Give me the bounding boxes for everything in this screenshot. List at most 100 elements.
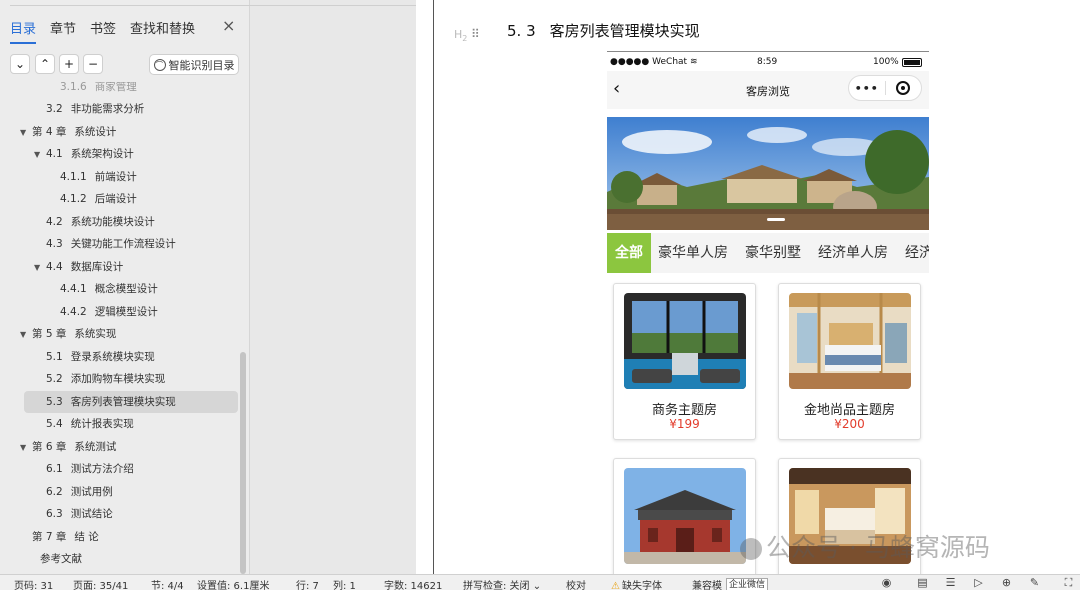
toc-item[interactable]: 3.2 非功能需求分析 [46, 98, 144, 120]
toc-item[interactable]: ▼ 第 5 章系统实现 [20, 323, 116, 345]
wechat-icon [740, 538, 762, 560]
toc-item-number: 3.2 [46, 103, 63, 115]
toc-item[interactable]: 4.4.1 概念模型设计 [60, 278, 158, 300]
toc-item[interactable]: 4.3 关键功能工作流程设计 [46, 233, 176, 255]
toc-item-number: 第 6 章 [32, 440, 67, 453]
expand-arrow-icon[interactable]: ▼ [20, 324, 32, 346]
status-page: 页码: 31 [14, 581, 54, 590]
remove-heading-button[interactable]: − [83, 54, 103, 74]
category-tab-economy-single[interactable]: 经济单人房 [818, 233, 888, 273]
toc-item-label: 系统架构设计 [70, 148, 134, 160]
spell-check-toggle[interactable]: 拼写检查: 关闭 ⌄ [463, 577, 541, 590]
toc-item-label: 系统测试 [74, 440, 117, 453]
toc-item[interactable]: ▼ 4.4 数据库设计 [34, 256, 123, 278]
tab-chapters[interactable]: 章节 [50, 18, 76, 44]
toc-item-number: 5.1 [46, 350, 63, 363]
toc-item-number: 第 7 章 [32, 530, 67, 543]
room-photo [624, 468, 746, 564]
toc-scrollbar[interactable] [240, 352, 246, 574]
battery-icon [901, 57, 922, 67]
tab-toc[interactable]: 目录 [10, 18, 37, 44]
plus-icon: + [63, 57, 75, 71]
missing-font-button[interactable]: ⚠ 缺失字体 [611, 577, 662, 590]
room-card[interactable]: 金地尚品主题房 ¥200 [778, 283, 921, 440]
proofread-button[interactable]: 校对 [566, 577, 586, 590]
status-pages[interactable]: 页面: 35/41 [73, 577, 128, 590]
toc-item-label: 商家管理 [94, 82, 137, 92]
expand-all-button[interactable]: ⌃ [35, 54, 55, 74]
expand-arrow-icon[interactable]: ▼ [34, 257, 46, 279]
toc-item-number: 4.3 [46, 238, 63, 250]
toc-item-number: 4.4 [46, 260, 63, 273]
heading-level-marker: H2 [454, 28, 468, 44]
smart-toc-button[interactable]: ⌒ 智能识别目录 [149, 54, 239, 75]
hotel-banner-image[interactable] [607, 117, 929, 230]
toc-item[interactable]: 6.1 测试方法介绍 [46, 458, 134, 480]
toc-item-number: 3.1.6 [60, 82, 87, 92]
room-card[interactable]: 商务主题房 ¥199 [613, 283, 756, 440]
toc-item[interactable]: 4.1.1 前端设计 [60, 166, 137, 188]
play-icon[interactable]: ▷ [972, 576, 985, 589]
toc-item[interactable]: 5.3 客房列表管理模块实现 [24, 390, 238, 413]
collapse-all-button[interactable]: ⌄ [10, 54, 30, 74]
toc-item[interactable]: ▼ 第 4 章系统设计 [20, 121, 116, 143]
phone-screenshot: ●●●●● WeChat ≋ 8:59 100% ‹ 客房浏览 ••• 全部 豪… [607, 51, 929, 574]
status-setting: 设置值: 6.1厘米 [197, 581, 270, 590]
chevron-down-icon: ⌄ [532, 581, 542, 590]
web-view-icon[interactable]: ⊕ [1000, 576, 1013, 589]
expand-arrow-icon[interactable]: ▼ [20, 437, 32, 459]
outline-view-icon[interactable]: ☰ [944, 576, 957, 589]
status-row: 行: 7 [296, 581, 319, 590]
category-tab-deluxe-single[interactable]: 豪华单人房 [658, 233, 728, 273]
toc-item[interactable]: ▼ 4.1 系统架构设计 [34, 143, 134, 165]
toc-item[interactable]: 6.3 测试结论 [46, 503, 113, 525]
toc-item-label: 添加购物车模块实现 [70, 373, 166, 385]
eye-icon[interactable]: ◉ [880, 576, 893, 589]
category-tab-all[interactable]: 全部 [607, 233, 651, 273]
toc-item[interactable]: 参考文献 [32, 548, 82, 570]
toc-item-number: 第 4 章 [32, 125, 67, 138]
page-view-icon[interactable]: ▤ [916, 576, 929, 589]
expand-arrow-icon[interactable]: ▼ [34, 144, 46, 166]
toc-item[interactable]: 6.2 测试用例 [46, 481, 113, 503]
category-tab-deluxe-villa[interactable]: 豪华别墅 [745, 233, 801, 273]
category-tab-economy[interactable]: 经济 [905, 233, 929, 273]
smart-toc-label: 智能识别目录 [168, 58, 235, 72]
toc-item[interactable]: 4.4.2 逻辑模型设计 [60, 301, 158, 323]
toc-item-number: 4.2 [46, 215, 63, 228]
close-target-icon[interactable] [885, 81, 921, 95]
toc-item[interactable]: 5.2 添加购物车模块实现 [46, 368, 165, 390]
toc-item-number: 第 5 章 [32, 328, 67, 340]
room-price: ¥200 [834, 417, 865, 431]
tab-find-replace[interactable]: 查找和替换 [130, 18, 195, 44]
toc-item-label: 非功能需求分析 [70, 103, 145, 115]
tab-bookmarks[interactable]: 书签 [90, 18, 116, 44]
fullscreen-icon[interactable]: ⛶ [1062, 576, 1075, 589]
toc-item-label: 关键功能工作流程设计 [70, 238, 176, 250]
phone-carrier: ●●●●● WeChat ≋ [610, 57, 698, 67]
room-card[interactable] [613, 458, 756, 574]
toc-item-number: 5.3 [46, 395, 63, 408]
add-heading-button[interactable]: + [59, 54, 79, 74]
more-icon[interactable]: ••• [849, 82, 885, 95]
compat-mode-button[interactable]: 兼容模 [692, 577, 722, 590]
toc-item-label: 概念模型设计 [94, 283, 158, 295]
toc-item[interactable]: ▼ 第 6 章系统测试 [20, 436, 116, 458]
toc-item[interactable]: 4.2 系统功能模块设计 [46, 211, 155, 233]
expand-arrow-icon[interactable]: ▼ [20, 122, 32, 144]
toc-item-number: 4.1 [46, 148, 63, 160]
close-icon[interactable]: × [222, 16, 235, 35]
wps-document-window: 目录 章节 书签 查找和替换 × ⌄ ⌃ + − ⌒ 智能识别目录 3.1.6 商… [0, 0, 1080, 590]
toc-item[interactable]: 第 7 章结 论 [32, 526, 99, 548]
toc-item[interactable]: 5.4 统计报表实现 [46, 413, 134, 435]
toc-item[interactable]: 3.1.6 商家管理 [60, 82, 137, 92]
room-photo [624, 293, 746, 389]
pen-icon[interactable]: ✎ [1028, 576, 1041, 589]
toc-item-number: 6.1 [46, 463, 63, 475]
toc-item-label: 系统实现 [74, 328, 117, 340]
drag-handle-icon[interactable]: ⠿ [471, 27, 480, 41]
toc-item[interactable]: 5.1 登录系统模块实现 [46, 346, 155, 368]
toc-item[interactable]: 4.1.2 后端设计 [60, 188, 137, 210]
status-words[interactable]: 字数: 14621 [384, 577, 442, 590]
toc-item-number: 4.4.1 [60, 283, 87, 295]
